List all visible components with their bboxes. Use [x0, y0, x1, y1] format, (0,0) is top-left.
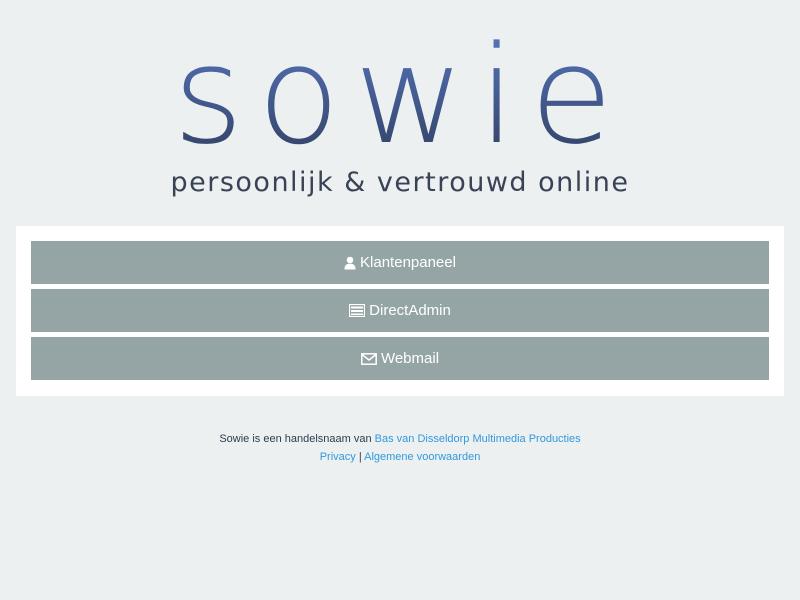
klantenpaneel-button[interactable]: Klantenpaneel — [31, 241, 769, 284]
privacy-link[interactable]: Privacy — [320, 451, 356, 463]
envelope-icon — [361, 352, 377, 365]
footer-line-2: Privacy | Algemene voorwaarden — [0, 448, 800, 466]
webmail-label: Webmail — [380, 350, 440, 367]
footer-prefix: Sowie is een handelsnaam van — [219, 433, 372, 445]
server-icon — [349, 304, 366, 317]
directadmin-button[interactable]: DirectAdmin — [31, 289, 769, 332]
logo-wordmark: sowie — [173, 17, 627, 174]
user-icon — [344, 256, 356, 270]
footer-separator: | — [358, 451, 362, 463]
webmail-button[interactable]: Webmail — [31, 337, 769, 380]
sowie-logo: sowie persoonlijk & vertrouwd online — [170, 17, 629, 198]
page: sowie persoonlijk & vertrouwd online Kla… — [0, 0, 800, 600]
login-panel: Klantenpaneel DirectAdmin Webmail — [16, 226, 784, 396]
logo-tagline: persoonlijk & vertrouwd online — [170, 167, 629, 198]
klantenpaneel-label: Klantenpaneel — [360, 254, 456, 271]
footer: Sowie is een handelsnaam van Bas van Dis… — [0, 430, 800, 466]
directadmin-label: DirectAdmin — [369, 302, 451, 319]
company-link[interactable]: Bas van Disseldorp Multimedia Producties — [375, 433, 581, 445]
terms-link[interactable]: Algemene voorwaarden — [364, 451, 480, 463]
footer-line-1: Sowie is een handelsnaam van Bas van Dis… — [0, 430, 800, 448]
